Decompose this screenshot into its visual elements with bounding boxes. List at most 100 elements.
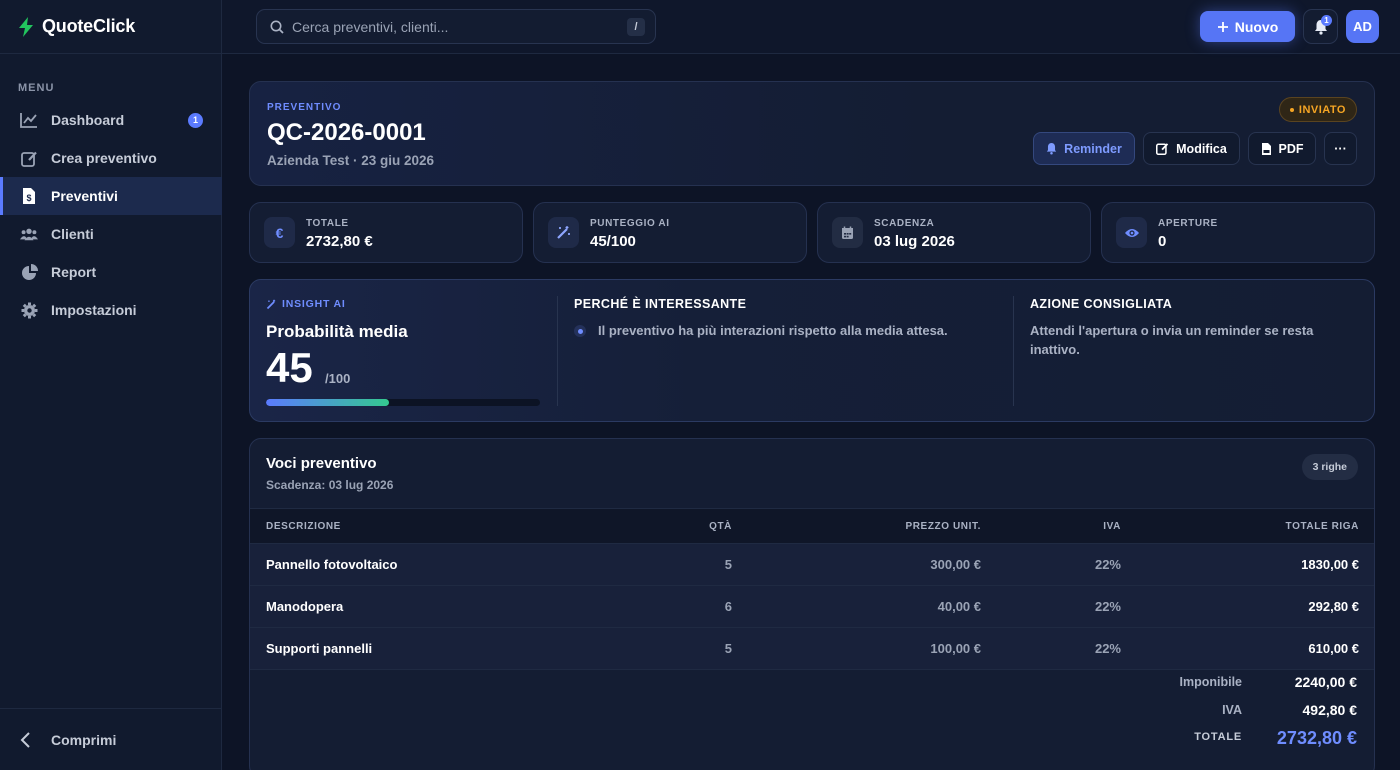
table-row[interactable]: Manodopera 6 40,00 € 22% 292,80 € [250, 586, 1374, 628]
table-header-row: DESCRIZIONE QTÀ PREZZO UNIT. IVA TOTALE … [250, 508, 1374, 544]
notifications-button[interactable]: 1 [1303, 9, 1338, 44]
magic-wand-icon [266, 299, 277, 310]
why-title: PERCHÉ È INTERESSANTE [574, 297, 747, 311]
why-text: Il preventivo ha più interazioni rispett… [598, 323, 948, 338]
column-header-description: DESCRIZIONE [266, 520, 341, 532]
rows-count-badge: 3 righe [1301, 454, 1358, 480]
cell-unit-price: 300,00 € [930, 557, 981, 572]
sidebar-item-label: Report [51, 264, 97, 280]
cell-row-total: 610,00 € [1308, 641, 1359, 656]
stat-value: 45/100 [590, 233, 636, 250]
reminder-label: Reminder [1064, 141, 1122, 156]
new-quote-button[interactable]: Nuovo [1200, 11, 1295, 42]
sidebar-item-label: Impostazioni [51, 302, 137, 318]
sidebar-item-impostazioni[interactable]: Impostazioni [0, 291, 222, 329]
stat-card-ai-score: PUNTEGGIO AI 45/100 [533, 202, 807, 263]
stat-card-deadline: SCADENZA 03 lug 2026 [817, 202, 1091, 263]
quote-subtitle: Azienda Test · 23 giu 2026 [267, 153, 435, 168]
vat-label: IVA [1222, 703, 1242, 717]
search-icon [270, 20, 284, 34]
quote-items-card: Voci preventivo Scadenza: 03 lug 2026 3 … [249, 438, 1375, 770]
vat-value: 492,80 € [1302, 702, 1358, 718]
brand[interactable]: QuoteClick [0, 0, 221, 54]
edit-icon [1156, 142, 1169, 155]
more-options-button[interactable]: ··· [1324, 132, 1357, 165]
sidebar-item-clienti[interactable]: Clienti [0, 215, 222, 253]
table-row[interactable]: Supporti pannelli 5 100,00 € 22% 610,00 … [250, 628, 1374, 670]
search-box[interactable]: / [256, 9, 656, 44]
taxable-value: 2240,00 € [1294, 674, 1357, 690]
status-badge: INVIATO [1278, 97, 1357, 122]
pie-chart-icon [20, 263, 38, 281]
chevron-left-icon [20, 731, 38, 748]
sidebar-item-report[interactable]: Report [0, 253, 222, 291]
cell-vat: 22% [1094, 599, 1121, 614]
cell-qty: 6 [724, 599, 732, 614]
app-name: QuoteClick [42, 16, 136, 36]
sidebar-item-preventivi[interactable]: $ Preventivi [0, 177, 222, 215]
cell-qty: 5 [724, 557, 732, 572]
invoice-icon: $ [20, 187, 38, 205]
new-quote-label: Nuovo [1234, 18, 1279, 35]
chart-line-icon [20, 111, 38, 129]
reminder-button[interactable]: Reminder [1033, 132, 1135, 165]
sidebar-item-crea-preventivo[interactable]: Crea preventivo [0, 139, 222, 177]
svg-text:$: $ [26, 193, 31, 203]
stat-card-total: € TOTALE 2732,80 € [249, 202, 523, 263]
stat-value: 2732,80 € [306, 233, 373, 250]
score-progress-fill [266, 399, 390, 406]
edit-button[interactable]: Modifica [1143, 132, 1240, 165]
cell-row-total: 1830,00 € [1301, 557, 1359, 572]
users-icon [20, 225, 38, 243]
pdf-file-icon [1261, 142, 1272, 156]
total-value: 2732,80 € [1276, 728, 1357, 748]
stat-label: APERTURE [1158, 218, 1218, 229]
avatar[interactable]: AD [1346, 10, 1379, 43]
totals-summary: Imponibile 2240,00 € IVA 492,80 € TOTALE… [1097, 669, 1358, 753]
magic-wand-icon [548, 217, 579, 248]
cell-unit-price: 40,00 € [937, 599, 981, 614]
ellipsis-icon: ··· [1334, 141, 1347, 156]
action-title: AZIONE CONSIGLIATA [1030, 297, 1173, 311]
quote-kicker: PREVENTIVO [267, 102, 342, 113]
sidebar: QuoteClick MENU Dashboard 1 Crea prevent… [0, 0, 222, 770]
pdf-button[interactable]: PDF [1248, 132, 1316, 165]
table-row[interactable]: Pannello fotovoltaico 5 300,00 € 22% 183… [250, 544, 1374, 586]
stat-label: SCADENZA [874, 218, 935, 229]
quote-actions: Reminder Modifica PDF ··· [1033, 132, 1357, 165]
search-input[interactable] [292, 18, 612, 35]
edit-label: Modifica [1176, 141, 1227, 156]
plus-icon [1217, 21, 1229, 33]
ai-insight-card: INSIGHT AI Probabilità media 45 /100 PER… [249, 279, 1375, 422]
items-title: Voci preventivo [266, 455, 377, 472]
euro-icon: € [264, 217, 295, 248]
stat-value: 0 [1158, 233, 1167, 250]
cell-qty: 5 [724, 641, 732, 656]
cell-vat: 22% [1094, 641, 1121, 656]
collapse-sidebar-button[interactable]: Comprimi [0, 708, 222, 770]
stat-label: TOTALE [306, 218, 349, 229]
search-shortcut-key: / [627, 18, 645, 36]
sidebar-nav: Dashboard 1 Crea preventivo $ Preventivi… [0, 101, 222, 329]
sidebar-item-label: Dashboard [51, 112, 125, 128]
quote-header-card: PREVENTIVO QC-2026-0001 Azienda Test · 2… [249, 81, 1375, 186]
calendar-icon [832, 217, 863, 248]
taxable-row: Imponibile 2240,00 € [1097, 669, 1358, 697]
cell-description: Supporti pannelli [266, 641, 373, 656]
topbar: / Nuovo 1 AD [222, 0, 1400, 54]
bell-icon [1046, 142, 1057, 155]
insight-kicker-label: INSIGHT AI [282, 298, 346, 310]
notifications-badge: 1 [1321, 15, 1332, 26]
status-label: INVIATO [1298, 103, 1346, 116]
insight-kicker: INSIGHT AI [266, 298, 346, 310]
sidebar-item-dashboard[interactable]: Dashboard 1 [0, 101, 222, 139]
divider [1013, 296, 1014, 406]
cell-row-total: 292,80 € [1308, 599, 1359, 614]
taxable-label: Imponibile [1179, 675, 1243, 689]
pdf-label: PDF [1278, 141, 1304, 156]
column-header-row-total: TOTALE RIGA [1285, 520, 1359, 532]
menu-label: MENU [18, 82, 55, 94]
action-text: Attendi l'apertura o invia un reminder s… [1030, 323, 1314, 357]
collapse-label: Comprimi [51, 731, 117, 748]
items-table: DESCRIZIONE QTÀ PREZZO UNIT. IVA TOTALE … [250, 508, 1374, 670]
